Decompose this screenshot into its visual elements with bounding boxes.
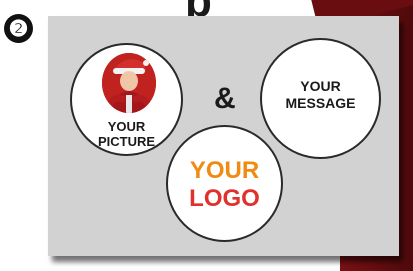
- logo-circle: YOUR LOGO: [166, 125, 283, 242]
- picture-circle: YOUR PICTURE: [70, 43, 183, 156]
- santa-portrait-icon: [102, 53, 156, 113]
- stage: p ❷ YOUR PICTURE & YOUR MESSAGE YOUR LOG…: [0, 0, 413, 271]
- picture-label-line2: PICTURE: [97, 134, 156, 149]
- santa-portrait-svg: [102, 53, 156, 113]
- picture-label-line1: YOUR: [107, 119, 146, 134]
- step-number-badge: ❷: [4, 14, 33, 43]
- message-label-line1: YOUR: [300, 78, 341, 94]
- ampersand-connector: &: [214, 82, 236, 115]
- message-label-line2: MESSAGE: [285, 95, 356, 111]
- logo-label-line1: YOUR: [189, 157, 260, 184]
- logo-label-line2: LOGO: [189, 185, 260, 212]
- message-circle: YOUR MESSAGE: [260, 38, 381, 159]
